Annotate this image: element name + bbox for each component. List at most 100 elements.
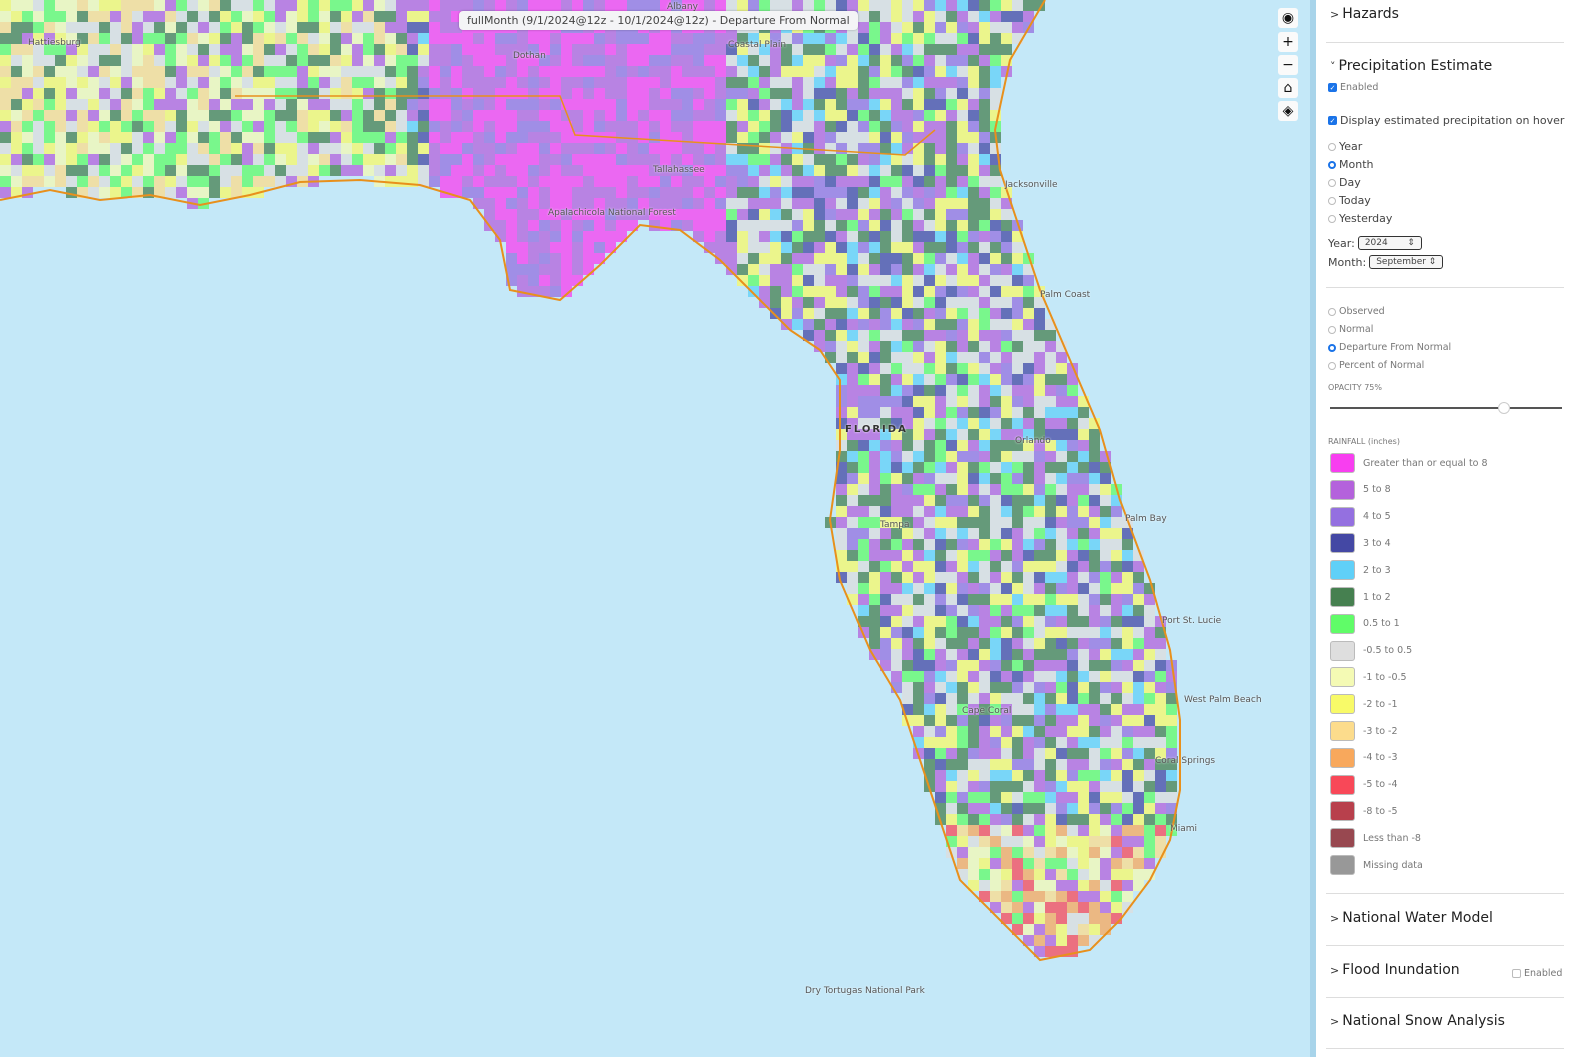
raster-cell xyxy=(429,110,440,121)
period-radio-year[interactable]: Year xyxy=(1328,140,1362,153)
radio-button[interactable] xyxy=(1328,214,1336,223)
map[interactable]: Albany Dothan Hattiesburg Coastal Plain Tall… xyxy=(0,0,1310,1057)
flood-enabled-checkbox[interactable]: Enabled xyxy=(1512,968,1562,979)
year-value: 2024 xyxy=(1364,238,1388,248)
raster-cell xyxy=(968,110,979,121)
raster-cell xyxy=(1100,792,1111,803)
raster-cell xyxy=(616,33,627,44)
raster-cell xyxy=(253,66,264,77)
radio-button[interactable] xyxy=(1328,307,1336,316)
raster-cell xyxy=(33,176,44,187)
period-radio-month[interactable]: Month xyxy=(1328,158,1373,171)
enabled-checkbox[interactable]: ✓ Enabled xyxy=(1328,82,1378,93)
checkbox-checked[interactable]: ✓ xyxy=(1328,116,1337,125)
raster-cell xyxy=(484,121,495,132)
raster-cell xyxy=(1034,495,1045,506)
raster-cell xyxy=(1133,638,1144,649)
raster-cell xyxy=(693,209,704,220)
raster-cell xyxy=(693,44,704,55)
raster-cell xyxy=(253,176,264,187)
raster-cell xyxy=(935,187,946,198)
layers-icon[interactable]: ◈ xyxy=(1278,101,1298,121)
raster-cell xyxy=(924,165,935,176)
raster-cell xyxy=(792,286,803,297)
snow-section[interactable]: > National Snow Analysis xyxy=(1330,1013,1505,1029)
opacity-slider-thumb[interactable] xyxy=(1498,402,1510,414)
raster-cell xyxy=(1122,605,1133,616)
hover-checkbox[interactable]: ✓ Display estimated precipitation on hove… xyxy=(1328,114,1564,127)
raster-cell xyxy=(869,473,880,484)
home-icon[interactable]: ⌂ xyxy=(1278,78,1298,98)
zoom-in-button[interactable]: + xyxy=(1278,32,1298,52)
raster-cell xyxy=(1056,781,1067,792)
mode-radio[interactable]: Normal xyxy=(1328,324,1373,335)
year-select[interactable]: 2024 ⇕ xyxy=(1357,236,1422,250)
raster-cell xyxy=(440,176,451,187)
raster-cell xyxy=(11,44,22,55)
raster-cell xyxy=(1078,803,1089,814)
hazards-section[interactable]: > Hazards xyxy=(1330,6,1399,22)
raster-cell xyxy=(957,649,968,660)
raster-cell xyxy=(154,88,165,99)
checkbox-checked[interactable]: ✓ xyxy=(1328,83,1337,92)
zoom-out-button[interactable]: − xyxy=(1278,55,1298,75)
raster-cell xyxy=(990,264,1001,275)
mode-radio[interactable]: Observed xyxy=(1328,306,1385,317)
flood-section[interactable]: > Flood Inundation xyxy=(1330,962,1460,978)
nwm-section[interactable]: > National Water Model xyxy=(1330,910,1493,926)
raster-cell xyxy=(143,99,154,110)
period-radio-day[interactable]: Day xyxy=(1328,176,1361,189)
raster-cell xyxy=(1045,935,1056,946)
radio-button[interactable] xyxy=(1328,325,1336,334)
raster-cell xyxy=(308,55,319,66)
raster-cell xyxy=(858,11,869,22)
raster-cell xyxy=(407,66,418,77)
radio-button[interactable] xyxy=(1328,160,1336,169)
raster-cell xyxy=(1012,715,1023,726)
raster-cell xyxy=(286,44,297,55)
raster-cell xyxy=(946,231,957,242)
raster-cell xyxy=(759,143,770,154)
locate-icon[interactable]: ◉ xyxy=(1278,8,1298,28)
period-radio-today[interactable]: Today xyxy=(1328,194,1371,207)
raster-cell xyxy=(968,759,979,770)
raster-cell xyxy=(1089,572,1100,583)
raster-cell xyxy=(1089,616,1100,627)
raster-cell xyxy=(792,154,803,165)
raster-cell xyxy=(1067,781,1078,792)
radio-button[interactable] xyxy=(1328,178,1336,187)
raster-cell xyxy=(979,341,990,352)
raster-cell xyxy=(1133,660,1144,671)
raster-cell xyxy=(1012,814,1023,825)
radio-button[interactable] xyxy=(1328,361,1336,370)
raster-cell xyxy=(880,638,891,649)
mode-radio[interactable]: Percent of Normal xyxy=(1328,360,1424,371)
raster-cell xyxy=(143,165,154,176)
raster-cell xyxy=(176,11,187,22)
raster-cell xyxy=(44,121,55,132)
raster-cell xyxy=(77,77,88,88)
raster-cell xyxy=(1144,726,1155,737)
period-radio-yesterday[interactable]: Yesterday xyxy=(1328,212,1392,225)
opacity-slider[interactable] xyxy=(1330,402,1562,414)
raster-cell xyxy=(451,165,462,176)
raster-cell xyxy=(693,88,704,99)
raster-cell xyxy=(990,363,1001,374)
raster-cell xyxy=(605,88,616,99)
checkbox-unchecked[interactable] xyxy=(1512,969,1521,978)
raster-cell xyxy=(836,539,847,550)
raster-cell xyxy=(913,44,924,55)
raster-cell xyxy=(1001,341,1012,352)
precip-section[interactable]: ˅ Precipitation Estimate xyxy=(1330,58,1492,74)
raster-cell xyxy=(759,187,770,198)
raster-cell xyxy=(66,11,77,22)
raster-cell xyxy=(407,132,418,143)
raster-cell xyxy=(1067,770,1078,781)
radio-button[interactable] xyxy=(1328,196,1336,205)
raster-cell xyxy=(902,583,913,594)
radio-button[interactable] xyxy=(1328,142,1336,151)
mode-radio[interactable]: Departure From Normal xyxy=(1328,342,1451,353)
radio-button[interactable] xyxy=(1328,343,1336,352)
month-select[interactable]: September ⇕ xyxy=(1369,255,1444,269)
raster-cell xyxy=(924,572,935,583)
